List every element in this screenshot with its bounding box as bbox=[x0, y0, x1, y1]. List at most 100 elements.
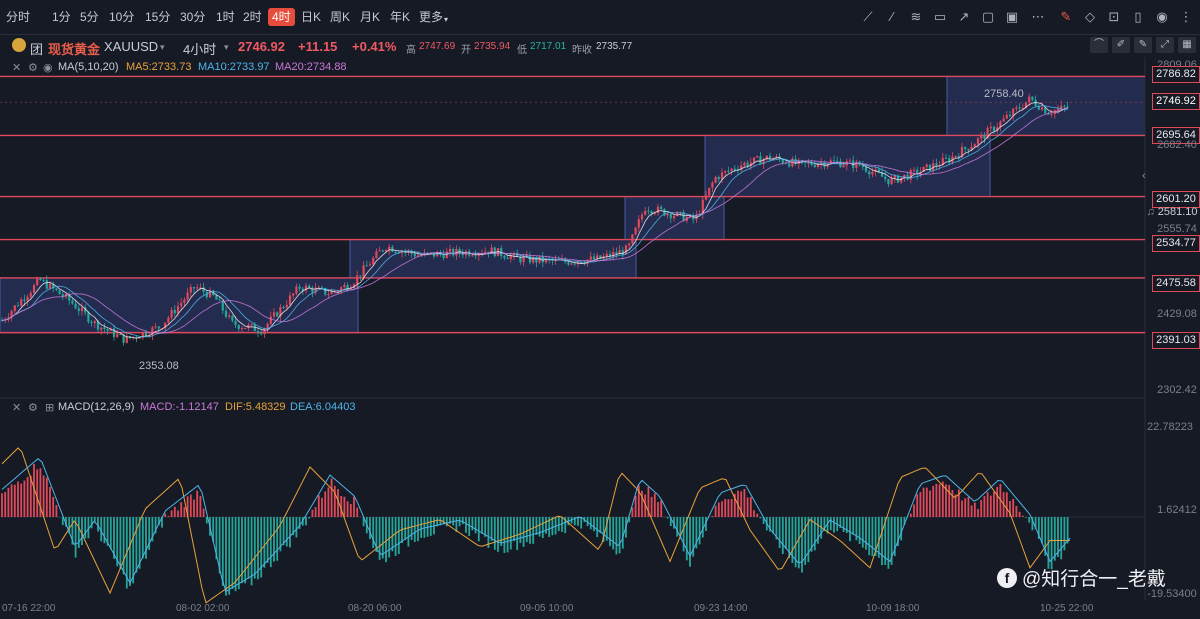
interval-5min[interactable]: 5分 bbox=[80, 10, 99, 24]
macd-bar bbox=[644, 494, 647, 517]
macd-bar bbox=[349, 503, 352, 517]
pen-icon[interactable]: ⟋ bbox=[860, 9, 876, 25]
macd-bar bbox=[1050, 517, 1053, 570]
indicator-icon[interactable]: ⌒ bbox=[1090, 37, 1108, 53]
arrow-icon[interactable]: ↗ bbox=[956, 9, 972, 25]
macd-bar bbox=[509, 517, 512, 550]
candle-body bbox=[87, 312, 90, 322]
candle-body bbox=[826, 164, 829, 167]
symbol-dropdown-icon[interactable]: ▾ bbox=[160, 42, 165, 53]
symbol-name[interactable]: 现货黄金 bbox=[48, 39, 100, 58]
eraser-icon[interactable]: ◇ bbox=[1082, 9, 1098, 25]
candle-body bbox=[202, 287, 205, 292]
macd-bar bbox=[650, 496, 653, 517]
candle-body bbox=[461, 253, 464, 256]
collapse-arrow-icon[interactable]: ‹ bbox=[1142, 170, 1152, 188]
close-icon[interactable]: ✕ bbox=[12, 401, 21, 414]
interval-1h[interactable]: 1时 bbox=[216, 10, 235, 24]
macd-bar bbox=[1005, 492, 1008, 517]
gear-icon[interactable]: ⚙ bbox=[28, 401, 38, 414]
price-axis-label: 2682.40 bbox=[1157, 139, 1197, 151]
candle-body bbox=[167, 317, 170, 323]
macd-bar bbox=[129, 517, 131, 587]
price-change-pct: +0.41% bbox=[352, 39, 397, 54]
brush-icon[interactable]: ✎ bbox=[1134, 37, 1152, 53]
bell-price-label[interactable]: ♫ 2581.10 bbox=[1144, 205, 1200, 220]
rectangle-icon[interactable]: ▭ bbox=[932, 9, 948, 25]
candle-body bbox=[183, 299, 186, 303]
macd-bar bbox=[461, 517, 464, 525]
macd-bar bbox=[647, 486, 650, 517]
candle-body bbox=[106, 329, 109, 331]
candle-body bbox=[557, 259, 560, 261]
macd-bar bbox=[372, 517, 375, 549]
interval-4h[interactable]: 4时 bbox=[268, 8, 295, 26]
line-tool-icon[interactable]: ∕ bbox=[884, 9, 900, 25]
draw-tool-icon[interactable]: ≋ bbox=[908, 9, 924, 25]
candle-body bbox=[365, 265, 368, 267]
macd-bar bbox=[87, 517, 90, 539]
candle-body bbox=[215, 295, 218, 300]
candle-body bbox=[842, 165, 845, 168]
candle-body bbox=[100, 327, 103, 330]
lock-icon[interactable]: ⊡ bbox=[1106, 9, 1122, 25]
candle-body bbox=[640, 214, 644, 220]
candle-body bbox=[618, 250, 621, 255]
interval-fenshi[interactable]: 分时 bbox=[6, 10, 30, 24]
price-axis-label: 2429.08 bbox=[1157, 308, 1197, 320]
interval-2h[interactable]: 2时 bbox=[243, 10, 262, 24]
trash-icon[interactable]: ▯ bbox=[1130, 9, 1146, 25]
draw-brush-icon[interactable]: ✐ bbox=[1112, 37, 1130, 53]
close-icon[interactable]: ✕ bbox=[12, 61, 21, 74]
candle-body bbox=[180, 302, 183, 307]
macd-bar bbox=[145, 517, 147, 559]
layout-icon[interactable]: ▦ bbox=[1178, 37, 1196, 53]
candle-body bbox=[154, 326, 157, 328]
more-icon[interactable]: ⋯ bbox=[1030, 9, 1046, 25]
interval-month[interactable]: 月K bbox=[360, 10, 380, 24]
symbol-code[interactable]: XAUUSD bbox=[104, 39, 158, 54]
interval-1min[interactable]: 1分 bbox=[52, 10, 71, 24]
interval-dropdown-icon[interactable]: ▾ bbox=[224, 42, 229, 53]
macd-bar bbox=[714, 505, 717, 517]
interval-day[interactable]: 日K bbox=[301, 10, 321, 24]
macd-bar bbox=[132, 517, 135, 584]
macd-bar bbox=[317, 495, 320, 517]
candle-body bbox=[119, 334, 122, 336]
comment-icon[interactable]: ▢ bbox=[980, 9, 996, 25]
interval-more[interactable]: 更多 bbox=[419, 10, 443, 24]
expand-icon[interactable]: ⤢ bbox=[1156, 37, 1174, 53]
candle-body bbox=[151, 327, 154, 336]
interval-15min[interactable]: 15分 bbox=[145, 10, 170, 24]
eye-icon[interactable]: ◉ bbox=[1154, 9, 1170, 25]
image-icon[interactable]: ▣ bbox=[1004, 9, 1020, 25]
interval-week[interactable]: 周K bbox=[330, 10, 350, 24]
candle-body bbox=[928, 164, 932, 171]
macd-bar bbox=[1066, 517, 1069, 544]
interval-label[interactable]: 4小时 bbox=[183, 39, 216, 58]
interval-30min[interactable]: 30分 bbox=[180, 10, 205, 24]
add-icon[interactable]: ⊞ bbox=[45, 401, 54, 414]
candle-body bbox=[890, 178, 893, 185]
candle-body bbox=[909, 170, 912, 180]
candle-body bbox=[807, 162, 810, 164]
candle-body bbox=[279, 307, 282, 317]
candle-body bbox=[263, 328, 266, 335]
candle-body bbox=[1005, 114, 1008, 119]
macd-bar bbox=[740, 491, 743, 517]
macd-bar bbox=[385, 517, 387, 563]
macd-bar bbox=[170, 510, 173, 517]
candle-body bbox=[535, 257, 538, 263]
macd-bar bbox=[346, 501, 349, 517]
macd-bar bbox=[442, 517, 445, 525]
gear-icon[interactable]: ⚙ bbox=[28, 61, 38, 74]
macd-bar bbox=[945, 484, 947, 517]
candle-body bbox=[68, 294, 71, 301]
edit-icon[interactable]: ✎ bbox=[1058, 9, 1074, 25]
interval-10min[interactable]: 10分 bbox=[109, 10, 134, 24]
interval-year[interactable]: 年K bbox=[390, 10, 410, 24]
settings-icon[interactable]: ⋮ bbox=[1178, 9, 1194, 25]
candle-body bbox=[208, 290, 212, 298]
candle-body bbox=[77, 308, 80, 311]
eye-toggle-icon[interactable]: ◉ bbox=[43, 61, 53, 74]
